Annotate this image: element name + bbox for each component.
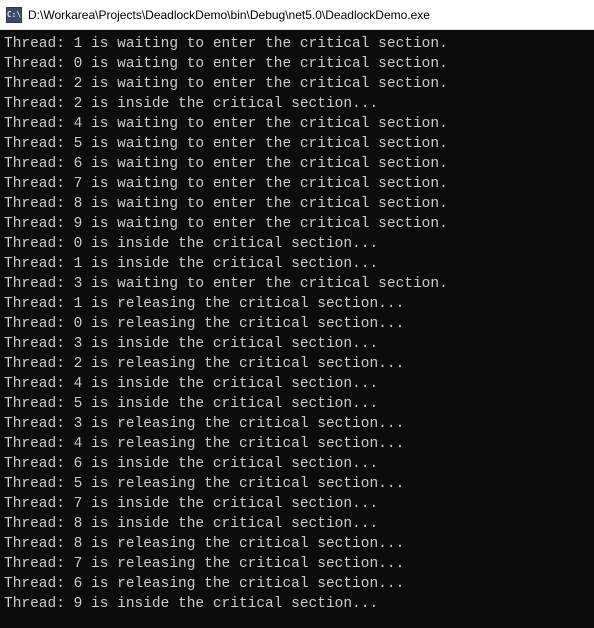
console-line: Thread: 5 is releasing the critical sect…	[4, 474, 590, 494]
console-line: Thread: 1 is releasing the critical sect…	[4, 294, 590, 314]
console-line: Thread: 3 is waiting to enter the critic…	[4, 274, 590, 294]
console-line: Thread: 0 is releasing the critical sect…	[4, 314, 590, 334]
console-line: Thread: 5 is inside the critical section…	[4, 394, 590, 414]
console-line: Thread: 0 is inside the critical section…	[4, 234, 590, 254]
console-line: Thread: 0 is waiting to enter the critic…	[4, 54, 590, 74]
app-icon: C:\	[6, 7, 22, 23]
console-line: Thread: 8 is waiting to enter the critic…	[4, 194, 590, 214]
console-line: Thread: 4 is inside the critical section…	[4, 374, 590, 394]
console-line: Thread: 6 is releasing the critical sect…	[4, 574, 590, 594]
console-line: Thread: 9 is waiting to enter the critic…	[4, 214, 590, 234]
console-line: Thread: 5 is waiting to enter the critic…	[4, 134, 590, 154]
console-line: Thread: 8 is inside the critical section…	[4, 514, 590, 534]
console-line: Thread: 1 is inside the critical section…	[4, 254, 590, 274]
console-line: Thread: 7 is releasing the critical sect…	[4, 554, 590, 574]
console-output: Thread: 1 is waiting to enter the critic…	[0, 30, 594, 628]
console-line: Thread: 2 is releasing the critical sect…	[4, 354, 590, 374]
title-bar[interactable]: C:\ D:\Workarea\Projects\DeadlockDemo\bi…	[0, 0, 594, 30]
console-line: Thread: 8 is releasing the critical sect…	[4, 534, 590, 554]
console-line: Thread: 3 is releasing the critical sect…	[4, 414, 590, 434]
console-line: Thread: 4 is releasing the critical sect…	[4, 434, 590, 454]
console-line: Thread: 6 is waiting to enter the critic…	[4, 154, 590, 174]
console-line: Thread: 3 is inside the critical section…	[4, 334, 590, 354]
console-line: Thread: 6 is inside the critical section…	[4, 454, 590, 474]
console-line: Thread: 7 is inside the critical section…	[4, 494, 590, 514]
console-line: Thread: 2 is inside the critical section…	[4, 94, 590, 114]
console-line: Thread: 4 is waiting to enter the critic…	[4, 114, 590, 134]
console-line: Thread: 2 is waiting to enter the critic…	[4, 74, 590, 94]
window-title: D:\Workarea\Projects\DeadlockDemo\bin\De…	[28, 8, 430, 22]
console-line: Thread: 1 is waiting to enter the critic…	[4, 34, 590, 54]
console-line: Thread: 9 is inside the critical section…	[4, 594, 590, 614]
console-line: Thread: 7 is waiting to enter the critic…	[4, 174, 590, 194]
